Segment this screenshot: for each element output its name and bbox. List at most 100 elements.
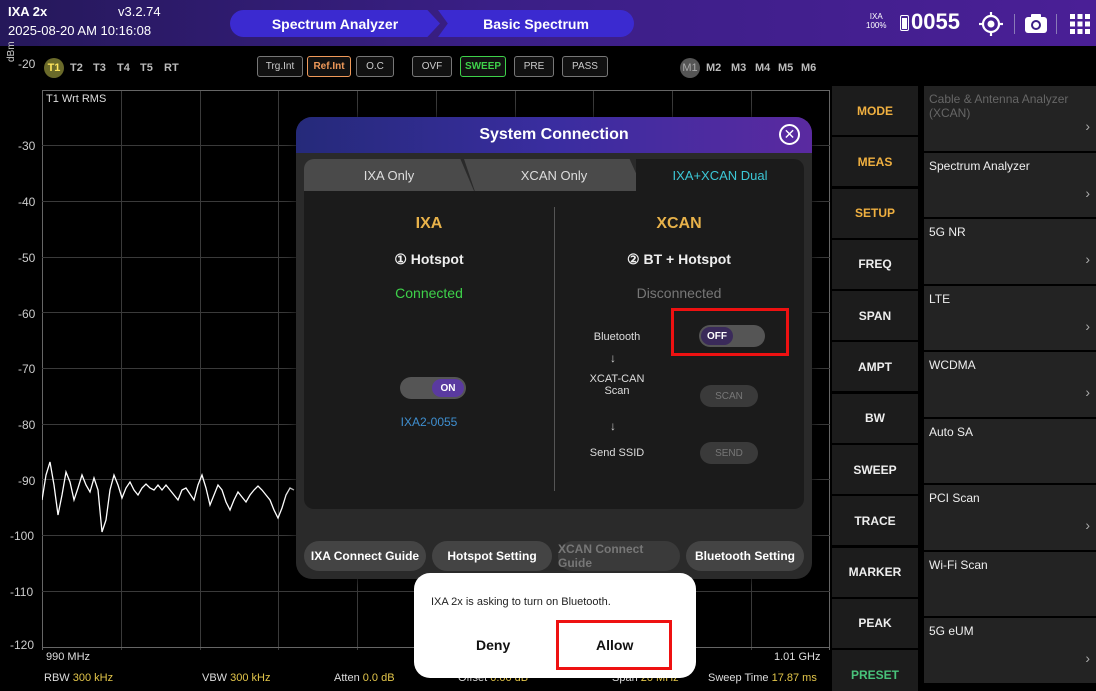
marker-m3[interactable]: M3 bbox=[731, 62, 746, 74]
trace-t5[interactable]: T5 bbox=[140, 62, 153, 74]
bluetooth-setting-button[interactable]: Bluetooth Setting bbox=[686, 541, 804, 571]
ixa-status: Connected bbox=[395, 285, 463, 301]
tab-ixa-xcan-dual[interactable]: IXA+XCAN Dual bbox=[636, 159, 804, 191]
trace-t4[interactable]: T4 bbox=[117, 62, 130, 74]
menu-item-label: WCDMA bbox=[929, 358, 976, 372]
atten-value: 0.0 dB bbox=[362, 672, 395, 684]
xcan-step: ② BT + Hotspot bbox=[627, 251, 731, 267]
sweep-label: Sweep Time bbox=[708, 672, 769, 684]
sweep-value: 17.87 ms bbox=[771, 672, 817, 684]
menu-item-auto-sa[interactable]: Auto SA bbox=[924, 418, 1096, 483]
chevron-right-icon: › bbox=[1085, 184, 1090, 201]
key-peak[interactable]: PEAK bbox=[832, 598, 918, 648]
xcan-scan-label: XCAT-CAN Scan bbox=[589, 373, 645, 397]
menu-item-xcan[interactable]: Cable & Antenna Analyzer (XCAN) › bbox=[924, 86, 1096, 151]
trace-t3[interactable]: T3 bbox=[93, 62, 106, 74]
trace-t1[interactable]: T1 bbox=[44, 58, 64, 78]
device-version: v3.2.74 bbox=[118, 4, 161, 19]
menu-item-label: Cable & Antenna Analyzer (XCAN) bbox=[929, 92, 1069, 120]
dialog-title: System Connection bbox=[296, 117, 812, 153]
marker-m6[interactable]: M6 bbox=[801, 62, 816, 74]
menu-item-5g-eum[interactable]: 5G eUM › bbox=[924, 618, 1096, 683]
column-divider bbox=[554, 207, 555, 491]
key-span[interactable]: SPAN bbox=[832, 291, 918, 341]
camera-icon[interactable] bbox=[1022, 10, 1050, 38]
trace-rt[interactable]: RT bbox=[164, 62, 179, 74]
menu-item-label: 5G eUM bbox=[929, 624, 974, 638]
scan-button[interactable]: SCAN bbox=[700, 385, 758, 407]
menu-item-label: Auto SA bbox=[929, 424, 974, 439]
gps-icon[interactable] bbox=[977, 10, 1005, 38]
device-name: IXA 2x bbox=[8, 4, 48, 19]
key-bw[interactable]: BW bbox=[832, 393, 918, 443]
y-tick: -70 bbox=[18, 362, 36, 376]
marker-m2[interactable]: M2 bbox=[706, 62, 721, 74]
y-tick: -30 bbox=[18, 139, 36, 153]
rbw-readout[interactable]: RBW 300 kHz bbox=[44, 672, 113, 684]
highlight-box bbox=[556, 620, 672, 670]
menu-item-spectrum-analyzer[interactable]: Spectrum Analyzer › bbox=[924, 152, 1096, 217]
vbw-readout[interactable]: VBW 300 kHz bbox=[202, 672, 270, 684]
menu-item-lte[interactable]: LTE › bbox=[924, 285, 1096, 350]
menu-item-label: LTE bbox=[929, 291, 951, 306]
marker-m4[interactable]: M4 bbox=[755, 62, 770, 74]
tag-pass: PASS bbox=[562, 56, 608, 77]
battery-badge-text: IXA 100% bbox=[866, 12, 887, 30]
toggle-knob: ON bbox=[432, 379, 464, 397]
ixa-step: ① Hotspot bbox=[394, 251, 464, 267]
key-setup[interactable]: SETUP bbox=[832, 188, 918, 238]
header-separator bbox=[1014, 14, 1015, 34]
deny-button[interactable]: Deny bbox=[476, 637, 510, 653]
menu-item-label: Wi-Fi Scan bbox=[929, 557, 988, 572]
send-ssid-label: Send SSID bbox=[589, 447, 645, 459]
menu-item-wifi-scan[interactable]: Wi-Fi Scan bbox=[924, 551, 1096, 616]
key-ampt[interactable]: AMPT bbox=[832, 342, 918, 392]
y-tick: -80 bbox=[18, 418, 36, 432]
menu-item-wcdma[interactable]: WCDMA › bbox=[924, 352, 1096, 417]
key-mode[interactable]: MODE bbox=[832, 86, 918, 135]
breadcrumb-measurement[interactable]: Basic Spectrum bbox=[438, 10, 634, 37]
chevron-right-icon: › bbox=[1085, 384, 1090, 400]
device-serial: 0055 bbox=[911, 9, 960, 34]
send-button[interactable]: SEND bbox=[700, 442, 758, 464]
trace-label: T1 Wrt RMS bbox=[46, 93, 107, 105]
ixa-connect-guide-button[interactable]: IXA Connect Guide bbox=[304, 541, 426, 571]
key-marker[interactable]: MARKER bbox=[832, 547, 918, 597]
trace-t2[interactable]: T2 bbox=[70, 62, 83, 74]
close-icon[interactable]: ✕ bbox=[779, 124, 800, 145]
key-sweep[interactable]: SWEEP bbox=[832, 445, 918, 495]
menu-item-pci-scan[interactable]: PCI Scan › bbox=[924, 485, 1096, 550]
tag-sweep: SWEEP bbox=[460, 56, 506, 77]
highlight-box bbox=[671, 308, 789, 356]
chevron-right-icon: › bbox=[1085, 317, 1090, 334]
tag-ref: Ref.Int bbox=[307, 56, 351, 77]
atten-readout[interactable]: Atten 0.0 dB bbox=[334, 672, 395, 684]
key-meas[interactable]: MEAS bbox=[832, 137, 918, 187]
rbw-value: 300 kHz bbox=[72, 672, 114, 684]
vbw-value: 300 kHz bbox=[230, 672, 271, 684]
key-trace[interactable]: TRACE bbox=[832, 496, 918, 546]
tab-ixa-only[interactable]: IXA Only bbox=[304, 159, 474, 191]
hotspot-setting-button[interactable]: Hotspot Setting bbox=[432, 541, 552, 571]
arrow-down-icon: ↓ bbox=[610, 419, 616, 433]
stop-freq: 1.01 GHz bbox=[774, 651, 821, 663]
tab-xcan-only[interactable]: XCAN Only bbox=[464, 159, 644, 191]
y-tick: -90 bbox=[18, 474, 36, 488]
marker-m5[interactable]: M5 bbox=[778, 62, 793, 74]
tag-ovf: OVF bbox=[412, 56, 452, 77]
menu-item-5g-nr[interactable]: 5G NR › bbox=[924, 219, 1096, 284]
y-tick: -50 bbox=[18, 251, 36, 265]
xcan-status: Disconnected bbox=[636, 285, 722, 301]
grid-menu-icon[interactable] bbox=[1066, 10, 1094, 38]
chevron-right-icon: › bbox=[1085, 251, 1090, 267]
key-freq[interactable]: FREQ bbox=[832, 239, 918, 289]
ixa-hotspot-toggle[interactable]: ON bbox=[400, 377, 466, 399]
chevron-right-icon: › bbox=[1085, 118, 1090, 134]
breadcrumb-mode[interactable]: Spectrum Analyzer bbox=[230, 10, 440, 37]
menu-item-label: 5G NR bbox=[929, 225, 966, 239]
tag-pre: PRE bbox=[514, 56, 554, 77]
key-preset[interactable]: PRESET bbox=[832, 650, 918, 691]
sweep-readout[interactable]: Sweep Time 17.87 ms bbox=[708, 672, 817, 684]
marker-m1[interactable]: M1 bbox=[680, 58, 700, 78]
y-tick: -120 bbox=[10, 638, 35, 652]
